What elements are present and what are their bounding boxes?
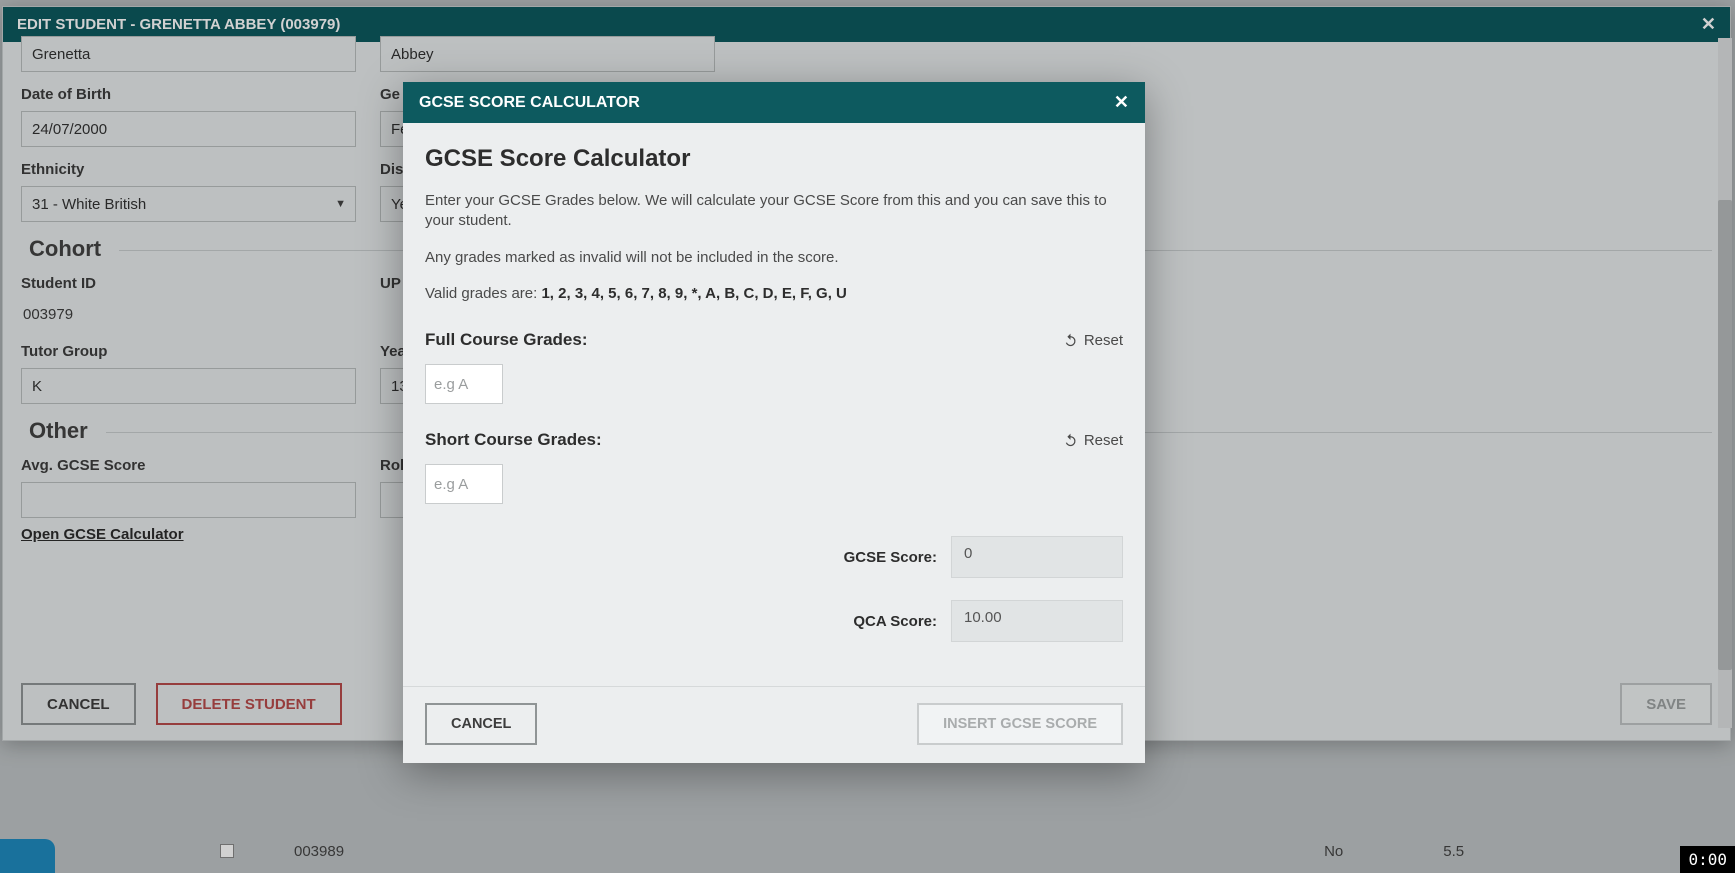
- gcse-score-label: GCSE Score:: [844, 549, 937, 566]
- full-course-label: Full Course Grades:: [425, 330, 587, 350]
- calc-title: GCSE SCORE CALCULATOR: [419, 94, 640, 112]
- short-course-grade-input[interactable]: [425, 464, 503, 504]
- gcse-calculator-modal: GCSE SCORE CALCULATOR ✕ GCSE Score Calcu…: [403, 82, 1145, 763]
- short-course-label: Short Course Grades:: [425, 430, 602, 450]
- gcse-score-value: 0: [951, 536, 1123, 578]
- calc-valid-prefix: Valid grades are:: [425, 285, 541, 302]
- refresh-icon: [1063, 333, 1078, 348]
- reset-short-grades-button[interactable]: Reset: [1063, 432, 1123, 449]
- reset-label: Reset: [1084, 332, 1123, 349]
- reset-full-grades-button[interactable]: Reset: [1063, 332, 1123, 349]
- calc-intro-2: Any grades marked as invalid will not be…: [425, 248, 1123, 268]
- full-course-grade-input[interactable]: [425, 364, 503, 404]
- calc-titlebar: GCSE SCORE CALCULATOR ✕: [403, 82, 1145, 123]
- calc-cancel-button[interactable]: CANCEL: [425, 703, 537, 745]
- calc-heading: GCSE Score Calculator: [425, 145, 1123, 173]
- close-icon[interactable]: ✕: [1114, 92, 1129, 113]
- qca-score-value: 10.00: [951, 600, 1123, 642]
- calc-valid-list: 1, 2, 3, 4, 5, 6, 7, 8, 9, *, A, B, C, D…: [541, 285, 846, 302]
- reset-label: Reset: [1084, 432, 1123, 449]
- calc-valid-grades: Valid grades are: 1, 2, 3, 4, 5, 6, 7, 8…: [425, 284, 1123, 304]
- video-timestamp: 0:00: [1680, 846, 1735, 873]
- refresh-icon: [1063, 433, 1078, 448]
- qca-score-label: QCA Score:: [853, 613, 937, 630]
- insert-gcse-score-button[interactable]: INSERT GCSE SCORE: [917, 703, 1123, 745]
- calc-intro-1: Enter your GCSE Grades below. We will ca…: [425, 191, 1123, 232]
